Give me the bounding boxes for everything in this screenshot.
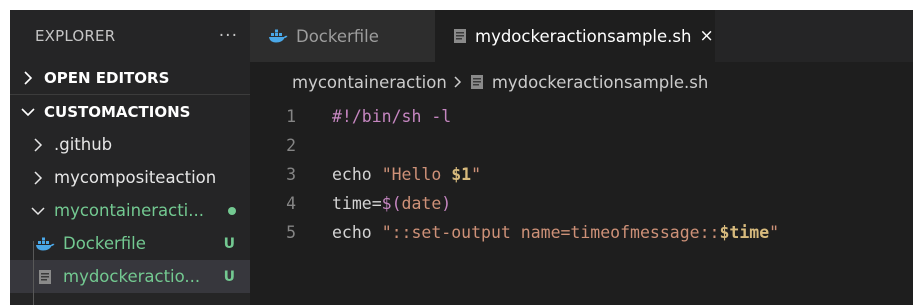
breadcrumb-file[interactable]: mydockeractionsample.sh (492, 73, 708, 92)
editor-pane[interactable]: mycontaineraction mydockeractionsample.s… (250, 62, 913, 305)
string-token: "::set-output name=timeofmessage:: (381, 223, 720, 242)
tree-file-script[interactable]: mydockeractio... U (10, 260, 250, 293)
code-line: 3 echo "Hello $1 " (250, 160, 913, 189)
string-token: "Hello (381, 165, 452, 184)
tree-indent-guide (33, 241, 34, 305)
workspace-section[interactable]: CUSTOMACTIONS (10, 95, 250, 128)
explorer-title: EXPLORER (35, 27, 116, 45)
chevron-down-icon (20, 107, 36, 117)
more-actions-button[interactable]: ··· (219, 26, 238, 46)
untracked-badge: U (223, 235, 235, 252)
code-line: 5 echo "::set-output name=timeofmessage::… (250, 218, 913, 247)
line-number: 4 (286, 194, 296, 213)
code-line: 4 time= $(date) (250, 189, 913, 218)
file-icon (35, 269, 55, 285)
command-token: echo (332, 223, 372, 242)
explorer-header: EXPLORER ··· (10, 10, 250, 62)
chevron-right-icon (30, 170, 46, 185)
open-editors-section[interactable]: OPEN EDITORS (10, 62, 250, 95)
tree-folder-mycontaineraction[interactable]: mycontaineracti... (10, 194, 250, 227)
editor-tab-bar: Dockerfile mydockeractionsample.sh × (250, 10, 913, 62)
line-number: 5 (286, 223, 296, 242)
explorer-sidebar: EXPLORER ··· OPEN EDITORS CUSTOMACTIONS … (10, 10, 250, 305)
subshell-close-token: ) (441, 194, 452, 213)
shebang-token: #!/bin/sh -l (332, 107, 452, 126)
assignment-token: time= (332, 194, 382, 213)
folder-label: mycompositeaction (54, 168, 217, 187)
screenshot-frame: EXPLORER ··· OPEN EDITORS CUSTOMACTIONS … (0, 0, 913, 305)
chevron-right-icon (30, 137, 46, 152)
folder-label: .github (54, 135, 113, 154)
tab-label: Dockerfile (296, 26, 379, 46)
breadcrumb: mycontaineraction mydockeractionsample.s… (250, 62, 913, 102)
code-line: 2 (250, 131, 913, 160)
breadcrumb-folder[interactable]: mycontaineraction (292, 73, 447, 92)
git-status-dot (228, 206, 236, 215)
code-area[interactable]: 1 #!/bin/sh -l 2 3 echo "Hello $1 " 4 time= $… (250, 102, 913, 247)
tab-label: mydockeractionsample.sh (475, 26, 692, 46)
line-number: 2 (286, 136, 296, 155)
file-icon (453, 28, 467, 44)
subshell-command-token: date (401, 194, 442, 213)
file-label: Dockerfile (63, 234, 146, 253)
command-token: echo (332, 165, 372, 184)
line-number: 1 (286, 107, 296, 126)
file-icon (470, 74, 484, 90)
docker-icon (35, 237, 55, 251)
string-token: " (769, 223, 780, 242)
string-token: " (471, 165, 482, 184)
tree-folder-mycompositeaction[interactable]: mycompositeaction (10, 161, 250, 194)
folder-label: mycontaineracti... (54, 201, 204, 220)
tab-dockerfile[interactable]: Dockerfile (250, 10, 435, 62)
code-line: 1 #!/bin/sh -l (250, 102, 913, 131)
untracked-badge: U (223, 268, 235, 285)
line-number: 3 (286, 165, 296, 184)
chevron-down-icon (30, 206, 46, 216)
subshell-open-token: $( (381, 194, 402, 213)
variable-token: $time (719, 223, 770, 242)
tree-folder-github[interactable]: .github (10, 128, 250, 161)
tab-mydockeractionsample[interactable]: mydockeractionsample.sh × (435, 10, 715, 62)
tree-file-dockerfile[interactable]: Dockerfile U (10, 227, 250, 260)
variable-token: $1 (451, 165, 472, 184)
file-label: mydockeractio... (63, 267, 201, 286)
chevron-right-icon (453, 75, 462, 89)
close-tab-button[interactable]: × (699, 26, 713, 46)
docker-icon (268, 29, 288, 43)
chevron-right-icon (20, 71, 36, 85)
open-editors-label: OPEN EDITORS (44, 69, 170, 87)
workspace-label: CUSTOMACTIONS (44, 102, 191, 121)
